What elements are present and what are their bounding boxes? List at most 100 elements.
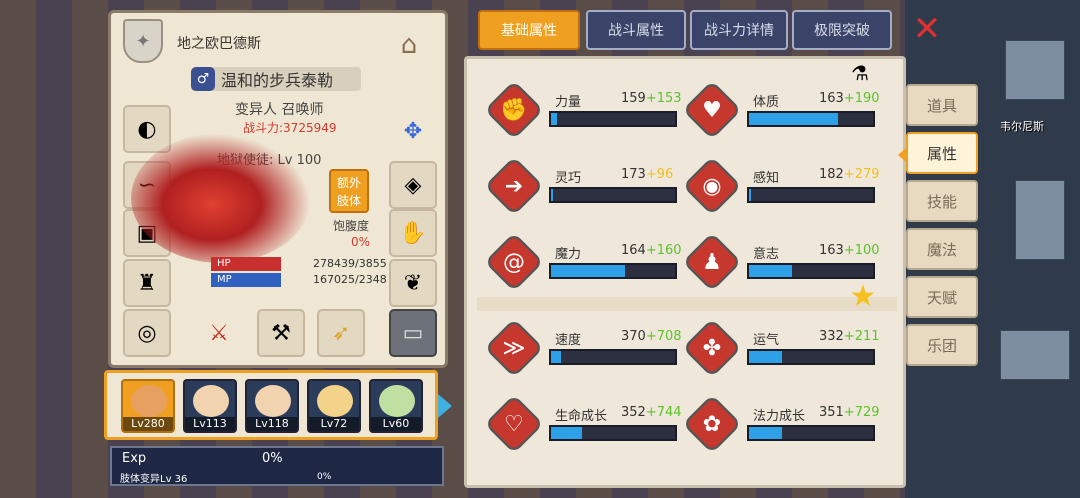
stat-value: 164+160 — [621, 243, 682, 258]
combat-power: 战斗力:3725949 — [243, 121, 337, 135]
hero-portrait[interactable] — [131, 133, 311, 263]
stat-8: ✤ 运气 332+211 — [682, 318, 880, 381]
stat-value: 163+190 — [819, 91, 880, 106]
character-title: 地之欧巴德斯 — [177, 36, 261, 52]
stats-panel: ⚗ ✊ 力量 159+153 ♥ 体质 163+190 ➔ 灵巧 173+96 ◉ 感知 182+27… — [464, 56, 906, 488]
stat-bar-fill — [749, 113, 839, 125]
stat-3: ➔ 灵巧 173+96 — [484, 156, 677, 219]
stat-9: ♡ 生命成长 352+744 — [484, 394, 682, 457]
stat-name: 灵巧 — [555, 171, 582, 186]
stat-value: 370+708 — [621, 329, 682, 344]
close-icon[interactable]: ✕ — [912, 12, 942, 46]
eye-icon: ◉ — [702, 173, 722, 199]
character-panel: ✦ 地之欧巴德斯 ⌂ ♂ 温和的步兵泰勒 变异人 召唤师 战斗力:3725949… — [108, 10, 448, 368]
stat-bar-fill — [551, 427, 582, 439]
equip-slot-ring[interactable]: ◎ — [123, 309, 171, 357]
star-icon[interactable]: ★ — [846, 280, 880, 314]
stat-name: 运气 — [753, 333, 780, 348]
stat-bar — [549, 111, 677, 127]
stat-value: 159+153 — [621, 91, 682, 106]
stat-bar-fill — [551, 265, 626, 277]
ring-icon: ◎ — [137, 320, 157, 346]
extra-limb-button[interactable]: 额外 肢体 — [329, 169, 369, 213]
stat-bar-fill — [749, 189, 752, 201]
will-icon: ♟ — [702, 249, 722, 275]
stat-name: 法力成长 — [753, 409, 806, 424]
stat-bar — [549, 263, 677, 279]
tab-limit-break[interactable]: 极限突破 — [792, 10, 892, 50]
tab-basic-attributes[interactable]: 基础属性 — [478, 10, 580, 50]
equip-slot-boots[interactable]: ❦ — [389, 259, 437, 307]
team-bar: Lv280 Lv113 Lv118 Lv72 Lv60 — [104, 370, 438, 440]
team-next-arrow-icon[interactable] — [438, 394, 452, 418]
team-member-4[interactable]: Lv72 — [307, 379, 361, 433]
equip-weapon-bow[interactable]: ➶ — [317, 309, 365, 357]
axe-icon: ⚒ — [271, 320, 291, 346]
title-shield-icon[interactable]: ✦ — [123, 19, 163, 63]
side-tab-magic[interactable]: 魔法 — [906, 228, 978, 270]
equip-slot-crest[interactable]: ✥ — [389, 107, 437, 155]
speed-icon: ≫ — [502, 335, 526, 361]
stat-name: 感知 — [753, 171, 780, 186]
equip-weapon-axe[interactable]: ⚒ — [257, 309, 305, 357]
tab-power-details[interactable]: 战斗力详情 — [690, 10, 788, 50]
hanger-icon[interactable]: ⌂ — [381, 21, 437, 69]
heart-body-icon: ♥ — [702, 97, 722, 123]
exp-value: 0% — [262, 451, 283, 466]
team-member-1[interactable]: Lv280 — [121, 379, 175, 433]
mana-growth-icon: ✿ — [702, 411, 722, 437]
stat-4: ◉ 感知 182+279 — [682, 156, 880, 219]
stat-value: 163+100 — [819, 243, 880, 258]
arm-icon: ✊ — [500, 97, 528, 123]
character-name-bar: ♂ 温和的步兵泰勒 — [191, 67, 361, 91]
exp-label: Exp — [122, 451, 147, 466]
side-tab-band[interactable]: 乐团 — [906, 324, 978, 366]
stat-bar — [549, 349, 677, 365]
stat-bar — [747, 425, 875, 441]
life-growth-icon: ♡ — [504, 411, 524, 437]
equip-slot-amulet[interactable]: ◈ — [389, 161, 437, 209]
stat-value: 332+211 — [819, 329, 880, 344]
side-tab-attributes[interactable]: 属性 — [898, 132, 978, 174]
section-divider — [477, 297, 897, 311]
side-tab-skills[interactable]: 技能 — [906, 180, 978, 222]
amulet-icon: ◈ — [404, 172, 422, 198]
stat-name: 生命成长 — [555, 409, 608, 424]
stat-1: ✊ 力量 159+153 — [484, 80, 682, 143]
stat-value: 351+729 — [819, 405, 880, 420]
character-class: 变异人 召唤师 — [235, 102, 324, 118]
stat-bar-fill — [551, 351, 561, 363]
helmet-icon: ◐ — [137, 116, 157, 142]
tab-combat-attributes[interactable]: 战斗属性 — [586, 10, 686, 50]
side-tab-talent[interactable]: 天赋 — [906, 276, 978, 318]
satiety-label: 饱腹度 — [333, 219, 370, 233]
exp-panel: Exp 0% 肢体变异Lv 36 0% — [110, 446, 444, 486]
stat-bar-fill — [749, 351, 783, 363]
spiral-icon: @ — [503, 249, 525, 275]
equip-slot-gloves[interactable]: ✋ — [389, 209, 437, 257]
crest-icon: ✥ — [403, 118, 423, 144]
equip-slot-cloak[interactable]: ♜ — [123, 259, 171, 307]
stat-bar — [747, 187, 875, 203]
stat-2: ♥ 体质 163+190 — [682, 80, 880, 143]
equip-weapon-sword[interactable]: ⚔ — [195, 309, 243, 357]
side-tab-items[interactable]: 道具 — [906, 84, 978, 126]
cloak-icon: ♜ — [137, 270, 157, 296]
stat-name: 意志 — [753, 247, 780, 262]
stat-name: 体质 — [753, 95, 780, 110]
stat-value: 173+96 — [621, 167, 674, 182]
stat-name: 力量 — [555, 95, 582, 110]
stat-7: ≫ 速度 370+708 — [484, 318, 682, 381]
character-name: 温和的步兵泰勒 — [221, 71, 334, 90]
stat-bar-fill — [551, 189, 554, 201]
stat-bar — [747, 111, 875, 127]
team-member-2[interactable]: Lv113 — [183, 379, 237, 433]
stat-bar-fill — [749, 265, 793, 277]
equip-slot-locked[interactable]: ▭ — [389, 309, 437, 357]
equip-slot-head[interactable]: ◐ — [123, 105, 171, 153]
team-member-5[interactable]: Lv60 — [369, 379, 423, 433]
team-member-3[interactable]: Lv118 — [245, 379, 299, 433]
mp-value: 167025/2348 — [313, 273, 387, 286]
stat-name: 速度 — [555, 333, 582, 348]
stat-bar — [549, 187, 677, 203]
